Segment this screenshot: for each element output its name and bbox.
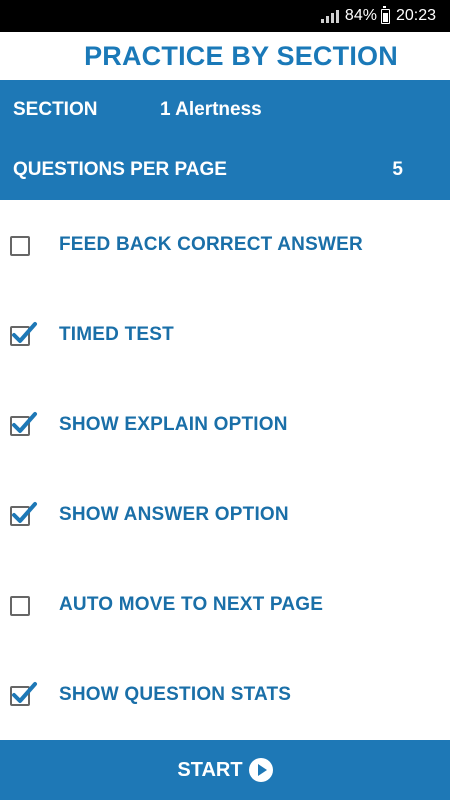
- start-label: START: [177, 758, 243, 781]
- battery-charging-icon: [380, 5, 390, 24]
- checkbox[interactable]: [10, 596, 30, 616]
- option-label: SHOW ANSWER OPTION: [59, 504, 289, 525]
- option-auto-move-to-next-page[interactable]: AUTO MOVE TO NEXT PAGE: [0, 560, 450, 650]
- checkbox[interactable]: [10, 682, 37, 706]
- option-label: FEED BACK CORRECT ANSWER: [59, 234, 363, 255]
- battery-percent: 84%: [344, 7, 377, 24]
- option-show-question-stats[interactable]: SHOW QUESTION STATS: [0, 650, 450, 740]
- option-feed-back-correct-answer[interactable]: FEED BACK CORRECT ANSWER: [0, 200, 450, 290]
- section-value[interactable]: 1 Alertness: [160, 99, 262, 121]
- option-show-answer-option[interactable]: SHOW ANSWER OPTION: [0, 470, 450, 560]
- checkbox[interactable]: [10, 236, 30, 256]
- check-icon: [12, 502, 37, 523]
- start-button[interactable]: START: [0, 740, 450, 800]
- questions-per-page-selector[interactable]: QUESTIONS PER PAGE 5: [0, 140, 450, 200]
- checkbox[interactable]: [10, 322, 37, 346]
- page-title: PRACTICE BY SECTION: [84, 40, 398, 71]
- signal-icon: [320, 9, 339, 23]
- option-label: AUTO MOVE TO NEXT PAGE: [59, 594, 324, 615]
- option-label: TIMED TEST: [59, 324, 174, 345]
- clock: 20:23: [395, 7, 436, 24]
- play-circle-icon: [248, 758, 273, 782]
- status-bar: 84% 20:23: [0, 0, 450, 32]
- checkbox[interactable]: [10, 412, 37, 436]
- option-label: SHOW QUESTION STATS: [59, 684, 292, 705]
- section-label: SECTION: [13, 99, 98, 120]
- questions-per-page-value[interactable]: 5: [392, 159, 403, 181]
- questions-per-page-label: QUESTIONS PER PAGE: [13, 159, 227, 180]
- check-icon: [12, 322, 37, 343]
- option-timed-test[interactable]: TIMED TEST: [0, 290, 450, 380]
- option-show-explain-option[interactable]: SHOW EXPLAIN OPTION: [0, 380, 450, 470]
- checkbox[interactable]: [10, 502, 37, 526]
- check-icon: [12, 682, 37, 703]
- section-selector[interactable]: SECTION 1 Alertness: [0, 80, 450, 140]
- check-icon: [12, 412, 37, 433]
- option-label: SHOW EXPLAIN OPTION: [59, 414, 288, 435]
- settings-panel: SECTION 1 Alertness QUESTIONS PER PAGE 5: [0, 80, 450, 200]
